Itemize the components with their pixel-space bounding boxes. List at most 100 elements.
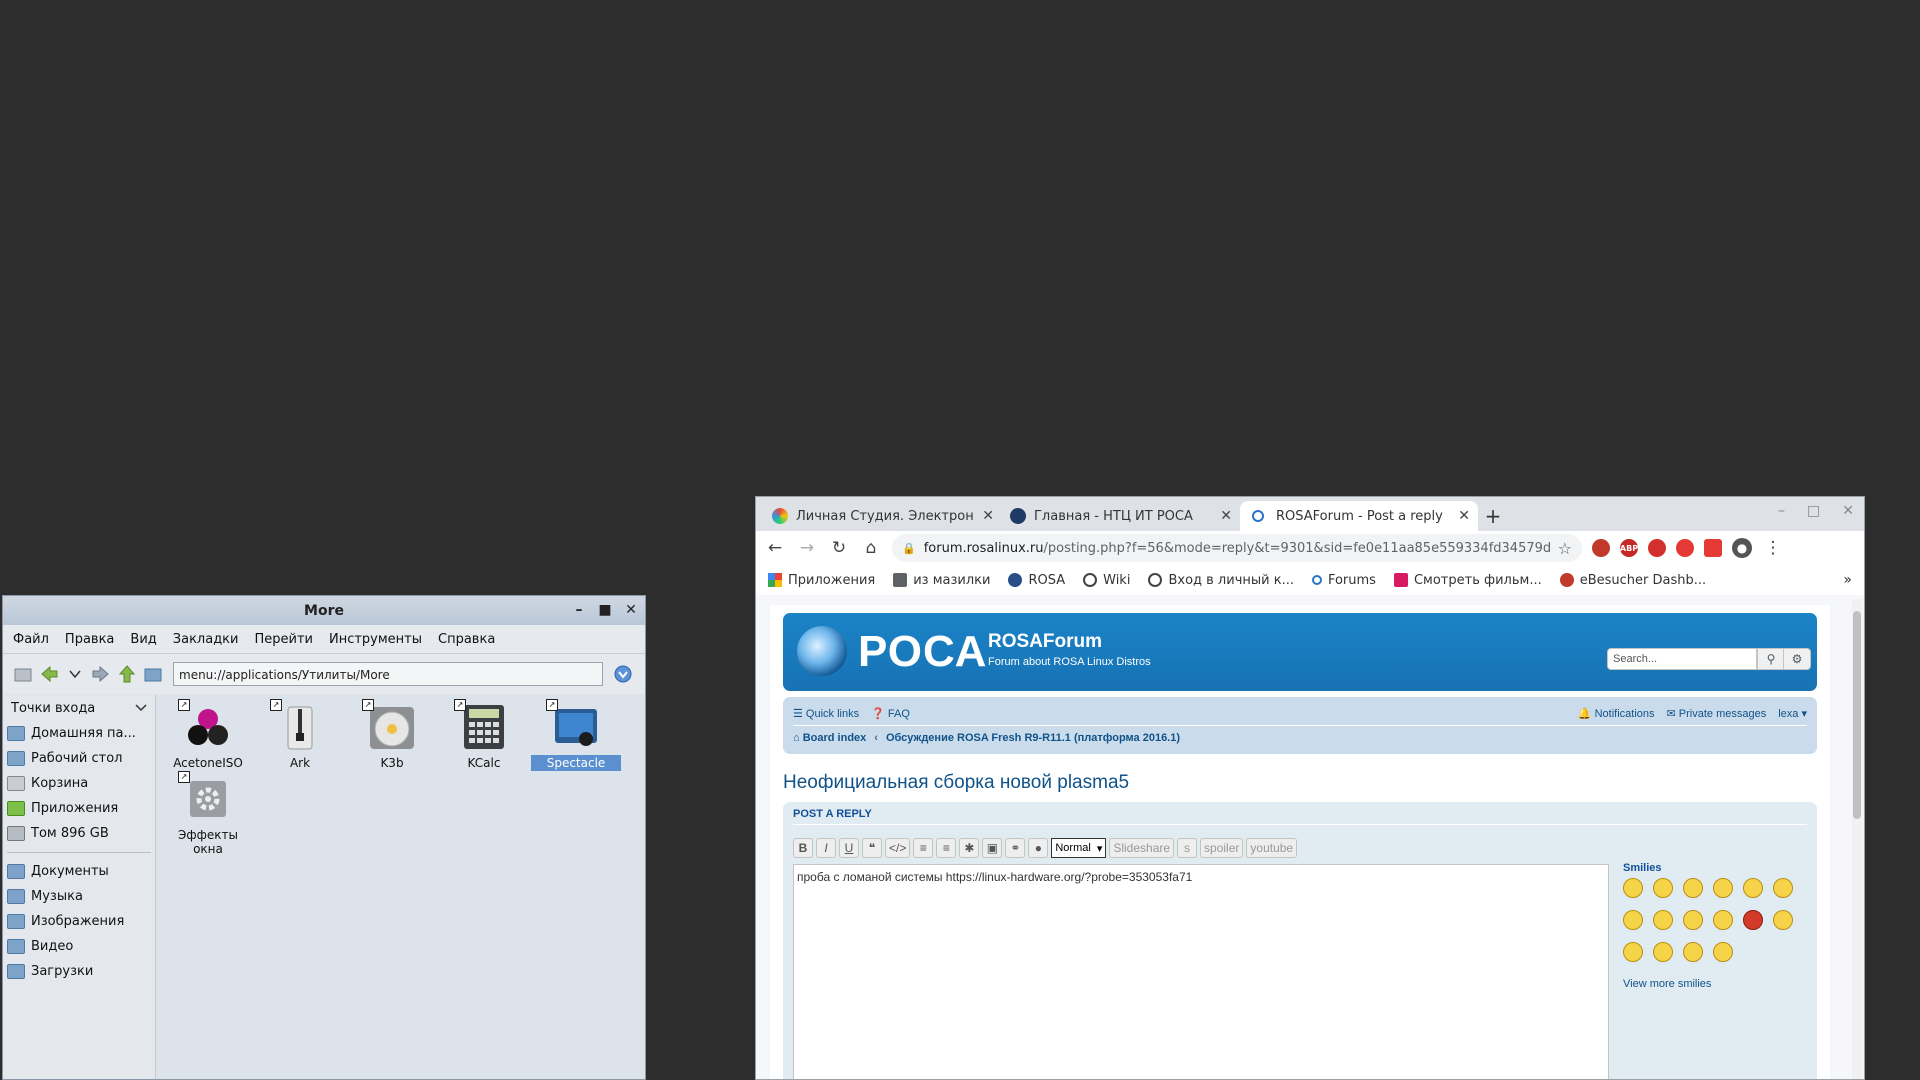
go-arrow-icon[interactable] xyxy=(613,664,633,684)
quick-links-button[interactable]: ☰ Quick links xyxy=(793,707,859,720)
history-chevron-icon[interactable] xyxy=(65,664,85,684)
smiley-icon[interactable] xyxy=(1623,910,1643,930)
menu-file[interactable]: Файл xyxy=(13,632,49,647)
user-menu[interactable]: lexa ▾ xyxy=(1778,707,1807,720)
app-item-k3b[interactable]: ↗ K3b xyxy=(347,699,437,771)
new-tab-button[interactable]: + xyxy=(1478,501,1508,531)
reload-icon[interactable]: ↻ xyxy=(828,537,850,559)
tab-studio[interactable]: Личная Студия. Электронна... ✕ xyxy=(764,501,1002,531)
color-icon[interactable]: ● xyxy=(1028,838,1049,858)
topic-title[interactable]: Неофициальная сборка новой plasma5 xyxy=(783,772,1817,794)
logo-text[interactable]: РОСА xyxy=(858,627,987,677)
star-icon[interactable]: ☆ xyxy=(1558,539,1572,558)
place-applications[interactable]: Приложения xyxy=(3,796,155,821)
minimize-icon[interactable]: – xyxy=(1778,503,1785,519)
place-trash[interactable]: Корзина xyxy=(3,771,155,796)
menu-go[interactable]: Перейти xyxy=(254,632,313,647)
smiley-icon[interactable] xyxy=(1773,910,1793,930)
private-messages-link[interactable]: ✉ Private messages xyxy=(1667,707,1767,720)
address-bar[interactable]: menu://applications/Утилиты/More xyxy=(173,662,603,686)
smiley-icon[interactable] xyxy=(1653,910,1673,930)
place-downloads[interactable]: Загрузки xyxy=(3,959,155,984)
menu-edit[interactable]: Правка xyxy=(65,632,114,647)
app-item-spectacle[interactable]: ↗ Spectacle xyxy=(531,699,621,771)
place-documents[interactable]: Документы xyxy=(3,859,155,884)
forum-crumb-link[interactable]: Обсуждение ROSA Fresh R9-R11.1 (платформ… xyxy=(886,732,1180,744)
new-tab-icon[interactable] xyxy=(13,664,33,684)
bookmark-login[interactable]: Вход в личный к... xyxy=(1148,573,1294,588)
place-videos[interactable]: Видео xyxy=(3,934,155,959)
home-folder-icon[interactable] xyxy=(143,664,163,684)
stop-extension-icon[interactable] xyxy=(1676,539,1694,557)
numbered-list-icon[interactable]: ≡ xyxy=(936,838,957,858)
search-icon[interactable]: ⚲ xyxy=(1757,648,1785,670)
bug-extension-icon[interactable] xyxy=(1592,539,1610,557)
profile-icon[interactable]: ● xyxy=(1732,538,1752,558)
close-icon[interactable]: ✕ xyxy=(1842,503,1854,519)
tab-close-icon[interactable]: ✕ xyxy=(982,508,994,524)
youtube-button[interactable]: youtube xyxy=(1246,838,1298,858)
tab-ntc[interactable]: Главная - НТЦ ИТ РОСА ✕ xyxy=(1002,501,1240,531)
close-button[interactable]: ✕ xyxy=(623,600,639,620)
smiley-icon[interactable] xyxy=(1713,878,1733,898)
gear-icon[interactable]: ⚙ xyxy=(1783,648,1811,670)
smiley-icon[interactable] xyxy=(1653,878,1673,898)
smiley-icon[interactable] xyxy=(1683,878,1703,898)
smiley-icon[interactable] xyxy=(1623,942,1643,962)
place-volume[interactable]: Том 896 GB xyxy=(3,821,155,846)
slideshare-button[interactable]: Slideshare xyxy=(1109,838,1175,858)
play-extension-icon[interactable] xyxy=(1704,539,1722,557)
back-icon[interactable]: ← xyxy=(764,537,786,559)
app-item-ark[interactable]: ↗ Ark xyxy=(255,699,345,771)
bookmark-wiki[interactable]: Wiki xyxy=(1083,573,1130,588)
menu-bookmarks[interactable]: Закладки xyxy=(173,632,239,647)
app-item-kcalc[interactable]: ↗ KCalc xyxy=(439,699,529,771)
font-size-select[interactable]: Normal ▾ xyxy=(1051,838,1107,858)
list-icon[interactable]: ≡ xyxy=(913,838,934,858)
bookmark-folder[interactable]: из мазилки xyxy=(893,573,990,588)
message-textarea[interactable]: проба с ломаной системы https://linux-ha… xyxy=(793,864,1609,1079)
forum-search-input[interactable]: Search... xyxy=(1607,648,1757,670)
tab-close-icon[interactable]: ✕ xyxy=(1220,508,1232,524)
bookmark-ebesucher[interactable]: eBesucher Dashb... xyxy=(1559,573,1706,588)
s-button[interactable]: s xyxy=(1177,838,1198,858)
forward-icon[interactable]: → xyxy=(796,537,818,559)
page-scrollbar[interactable] xyxy=(1852,599,1862,1079)
forward-arrow-icon[interactable] xyxy=(91,664,111,684)
bookmarks-overflow-icon[interactable]: » xyxy=(1843,572,1852,588)
menu-help[interactable]: Справка xyxy=(438,632,495,647)
view-more-smilies-link[interactable]: View more smilies xyxy=(1623,978,1813,990)
menu-view[interactable]: Вид xyxy=(130,632,156,647)
url-bar[interactable]: 🔒 forum.rosalinux.ru/posting.php?f=56&mo… xyxy=(892,534,1582,562)
board-index-link[interactable]: ⌂ Board index xyxy=(793,732,866,744)
bookmark-apps[interactable]: Приложения xyxy=(768,573,875,588)
hand-extension-icon[interactable] xyxy=(1648,539,1666,557)
places-header[interactable]: Точки входа xyxy=(3,695,155,721)
maximize-button[interactable]: ■ xyxy=(597,600,613,620)
notifications-link[interactable]: 🔔 Notifications xyxy=(1578,707,1655,720)
smiley-icon[interactable] xyxy=(1713,942,1733,962)
smiley-icon[interactable] xyxy=(1683,942,1703,962)
devil-smiley-icon[interactable] xyxy=(1743,910,1763,930)
quote-icon[interactable]: ❝ xyxy=(862,838,882,858)
bookmark-ivi[interactable]: Смотреть фильм... xyxy=(1393,573,1542,588)
home-icon[interactable]: ⌂ xyxy=(860,537,882,559)
smiley-icon[interactable] xyxy=(1623,878,1643,898)
italic-button[interactable]: I xyxy=(816,838,836,858)
fm-titlebar[interactable]: More – ■ ✕ xyxy=(3,596,645,625)
back-arrow-icon[interactable] xyxy=(39,664,59,684)
link-icon[interactable]: ⚭ xyxy=(1005,838,1026,858)
smiley-icon[interactable] xyxy=(1743,878,1763,898)
bold-button[interactable]: B xyxy=(793,838,813,858)
place-pictures[interactable]: Изображения xyxy=(3,909,155,934)
smiley-icon[interactable] xyxy=(1713,910,1733,930)
place-desktop[interactable]: Рабочий стол xyxy=(3,746,155,771)
tab-rosaforum[interactable]: ROSAForum - Post a reply ✕ xyxy=(1240,501,1478,531)
up-arrow-icon[interactable] xyxy=(117,664,137,684)
minimize-button[interactable]: – xyxy=(571,600,587,620)
asterisk-icon[interactable]: ✱ xyxy=(959,838,980,858)
smiley-icon[interactable] xyxy=(1773,878,1793,898)
app-item-window-effects[interactable]: ↗ Эффекты окна xyxy=(163,771,253,857)
underline-button[interactable]: U xyxy=(839,838,859,858)
code-icon[interactable]: </> xyxy=(885,838,911,858)
